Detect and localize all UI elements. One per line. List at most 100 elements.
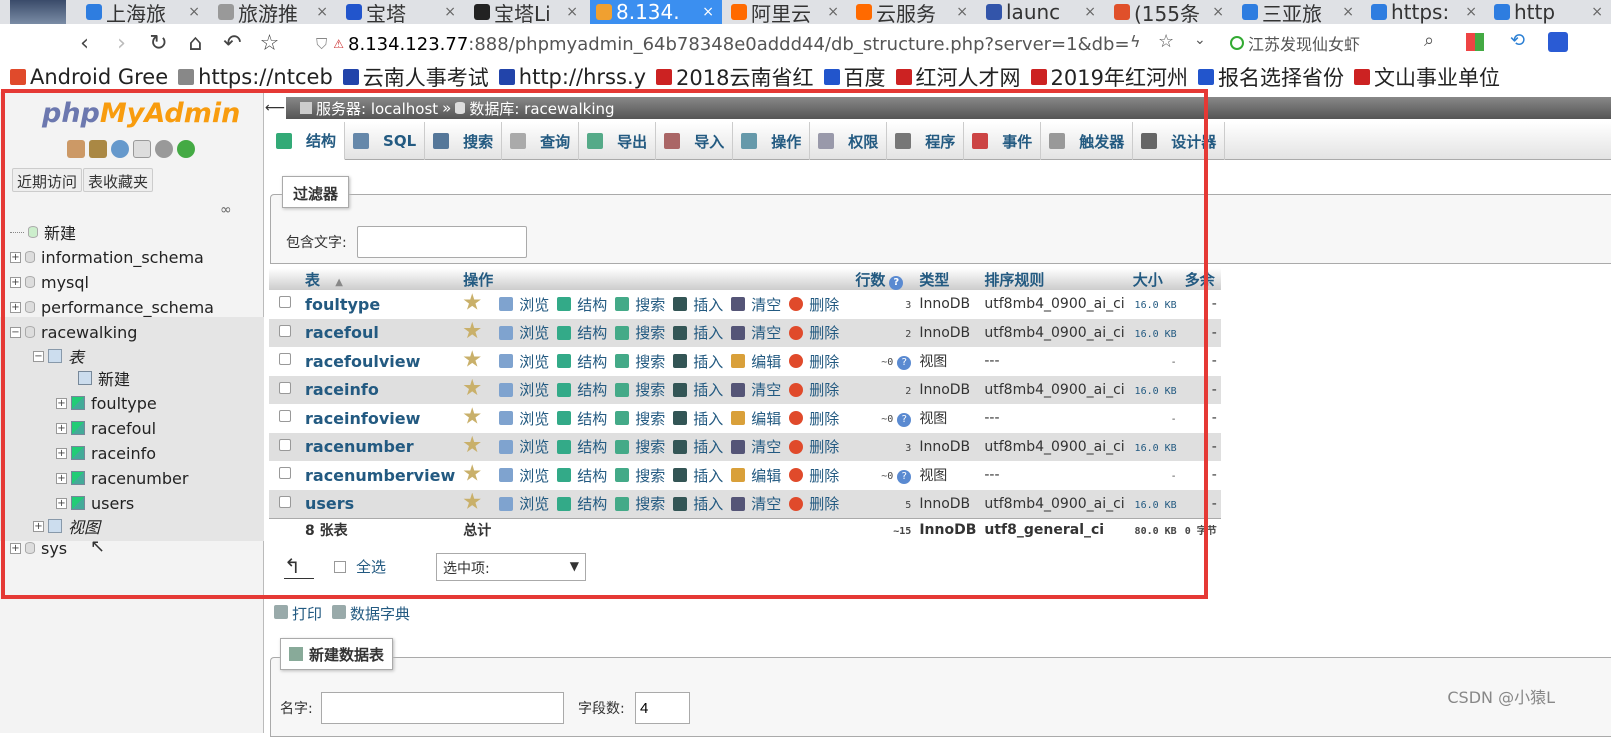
- header-overhead[interactable]: 多余: [1180, 268, 1221, 290]
- browser-tab[interactable]: 旅游推 ×: [212, 0, 336, 24]
- menu-tab[interactable]: 触发器: [1041, 122, 1134, 160]
- search-suggestion[interactable]: 江苏发现仙女虾: [1230, 31, 1360, 55]
- tree-table-foultype[interactable]: + foultype: [56, 391, 157, 415]
- menu-tab[interactable]: 设计器: [1133, 122, 1226, 160]
- table-name-link[interactable]: foultype: [305, 295, 380, 314]
- help-icon[interactable]: ?: [897, 469, 912, 484]
- action-browse[interactable]: 浏览: [499, 408, 549, 429]
- tree-group-tables[interactable]: − 表: [33, 344, 84, 368]
- action-search[interactable]: 搜索: [615, 493, 665, 514]
- chevron-down-icon[interactable]: ⌄: [1194, 32, 1206, 48]
- search-icon[interactable]: ⌕: [1424, 30, 1434, 51]
- tree-table-raceinfo[interactable]: + raceinfo: [56, 441, 156, 465]
- menu-tab[interactable]: 程序: [887, 122, 965, 160]
- action-search[interactable]: 搜索: [615, 465, 665, 486]
- menu-tab[interactable]: 导出: [579, 122, 657, 160]
- lightning-icon[interactable]: ϟ: [1130, 32, 1141, 51]
- bookmark-item[interactable]: 报名选择省份: [1197, 62, 1344, 92]
- tree-group-views[interactable]: + 视图: [33, 514, 100, 538]
- menu-tab[interactable]: 事件: [964, 122, 1042, 160]
- tree-table-users[interactable]: + users: [56, 491, 134, 515]
- select-all-label[interactable]: 全选: [356, 556, 386, 577]
- expand-icon[interactable]: +: [56, 472, 67, 484]
- action-browse[interactable]: 浏览: [499, 436, 549, 457]
- action-drop[interactable]: 删除: [789, 493, 839, 514]
- data-dictionary-link[interactable]: 数据字典: [332, 603, 410, 624]
- expand-icon[interactable]: +: [56, 497, 67, 509]
- table-name-link[interactable]: racenumber: [305, 437, 414, 456]
- menu-tab[interactable]: 导入: [656, 122, 734, 160]
- row-checkbox[interactable]: [279, 438, 291, 451]
- action-insert[interactable]: 插入: [673, 294, 723, 315]
- action-insert[interactable]: 插入: [673, 351, 723, 372]
- bookmark-item[interactable]: 2019年红河州: [1030, 62, 1188, 92]
- action-structure[interactable]: 结构: [557, 493, 607, 514]
- expand-icon[interactable]: +: [56, 422, 67, 434]
- tree-table-racefoul[interactable]: + racefoul: [56, 416, 156, 440]
- browser-tab[interactable]: http ×: [1488, 0, 1611, 24]
- bookmark-item[interactable]: 云南人事考试: [342, 62, 489, 92]
- action-empty[interactable]: 清空: [731, 379, 781, 400]
- columns-input[interactable]: [635, 692, 690, 724]
- row-checkbox[interactable]: [279, 324, 291, 337]
- bookmark-item[interactable]: 红河人才网: [895, 62, 1021, 92]
- breadcrumb-server[interactable]: 服务器: localhost: [316, 98, 438, 119]
- action-insert[interactable]: 插入: [673, 436, 723, 457]
- expand-icon[interactable]: +: [56, 397, 67, 409]
- browser-tab[interactable]: 阿里云 ×: [725, 0, 847, 24]
- action-insert[interactable]: 插入: [673, 379, 723, 400]
- action-browse[interactable]: 浏览: [499, 351, 549, 372]
- action-edit[interactable]: 编辑: [731, 465, 781, 486]
- action-edit[interactable]: 编辑: [731, 351, 781, 372]
- home-icon[interactable]: [67, 140, 85, 158]
- action-structure[interactable]: 结构: [557, 379, 607, 400]
- browser-tab[interactable]: 三亚旅 ×: [1236, 0, 1362, 24]
- header-collation[interactable]: 排序规则: [980, 268, 1129, 290]
- recent-tables-button[interactable]: 近期访问: [12, 168, 83, 192]
- tree-new-database[interactable]: 新建: [10, 220, 76, 244]
- action-structure[interactable]: 结构: [557, 408, 607, 429]
- browser-tab[interactable]: 上海旅 ×: [80, 0, 208, 24]
- collapse-nav-icon[interactable]: ⟵: [264, 97, 286, 119]
- action-search[interactable]: 搜索: [615, 294, 665, 315]
- browser-tab[interactable]: launc ×: [980, 0, 1104, 24]
- action-insert[interactable]: 插入: [673, 465, 723, 486]
- action-search[interactable]: 搜索: [615, 408, 665, 429]
- refresh-icon[interactable]: [177, 140, 195, 158]
- tab-close-icon[interactable]: ×: [819, 4, 847, 20]
- table-name-link[interactable]: users: [305, 494, 354, 513]
- breadcrumb-db[interactable]: 数据库: racewalking: [469, 98, 614, 119]
- tab-close-icon[interactable]: ×: [948, 4, 976, 20]
- tab-close-icon[interactable]: ×: [1204, 4, 1232, 20]
- action-structure[interactable]: 结构: [557, 436, 607, 457]
- back-icon[interactable]: ‹: [66, 31, 103, 56]
- menu-tab[interactable]: 查询: [502, 122, 580, 160]
- forward-icon[interactable]: ›: [103, 31, 140, 56]
- docs-icon[interactable]: [133, 140, 151, 158]
- action-structure[interactable]: 结构: [557, 322, 607, 343]
- tree-db-sys[interactable]: + sys: [10, 536, 67, 560]
- table-name-link[interactable]: racefoulview: [305, 352, 420, 371]
- action-drop[interactable]: 删除: [789, 322, 839, 343]
- bookmark-item[interactable]: 文山事业单位: [1353, 62, 1500, 92]
- action-drop[interactable]: 删除: [789, 436, 839, 457]
- action-empty[interactable]: 清空: [731, 493, 781, 514]
- header-table[interactable]: 表 ▲: [301, 268, 460, 290]
- tab-close-icon[interactable]: ×: [558, 4, 586, 20]
- favorite-star-icon[interactable]: [463, 492, 491, 511]
- action-browse[interactable]: 浏览: [499, 493, 549, 514]
- table-name-link[interactable]: racefoul: [305, 323, 379, 342]
- action-structure[interactable]: 结构: [557, 465, 607, 486]
- star-icon[interactable]: ☆: [1158, 31, 1174, 52]
- tab-close-icon[interactable]: ×: [1583, 4, 1611, 20]
- action-empty[interactable]: 清空: [731, 436, 781, 457]
- action-insert[interactable]: 插入: [673, 408, 723, 429]
- action-search[interactable]: 搜索: [615, 351, 665, 372]
- expand-icon[interactable]: +: [10, 542, 21, 554]
- expand-icon[interactable]: +: [10, 251, 21, 263]
- browser-tab[interactable]: (155条 ×: [1108, 0, 1232, 24]
- favorite-star-icon[interactable]: [463, 321, 491, 340]
- filter-input[interactable]: [357, 226, 527, 258]
- profile-avatar[interactable]: [10, 0, 66, 24]
- menu-tab[interactable]: 权限: [810, 122, 888, 160]
